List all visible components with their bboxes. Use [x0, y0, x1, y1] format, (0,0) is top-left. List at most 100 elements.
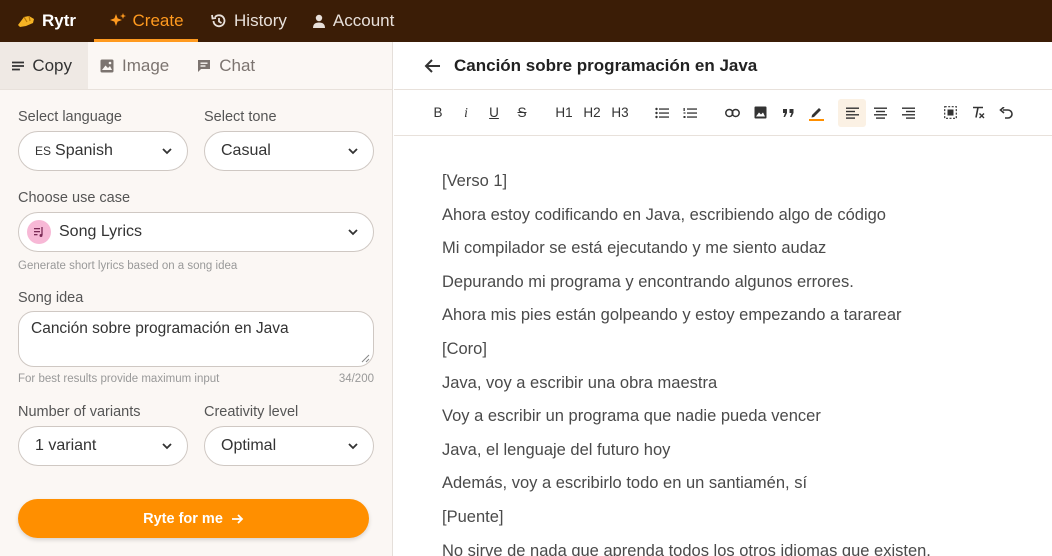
tab-chat-label: Chat [219, 55, 256, 75]
resize-handle-icon[interactable] [360, 353, 370, 363]
lyric-line: Depurando mi programa y encontrando algu… [442, 272, 854, 291]
chevron-down-icon [348, 148, 358, 155]
align-right-button[interactable] [894, 99, 922, 127]
language-code-badge: ES [35, 144, 52, 158]
lyric-line: [Puente] [442, 507, 504, 526]
heading2-button[interactable]: H2 [578, 99, 606, 127]
strikethrough-button[interactable]: S [508, 99, 536, 127]
idea-char-count: 34/200 [338, 373, 374, 385]
chat-icon [198, 59, 211, 72]
history-icon [211, 14, 226, 28]
image-icon [754, 106, 766, 119]
back-arrow-icon[interactable] [424, 58, 442, 74]
user-icon [312, 14, 325, 28]
arrow-right-icon [231, 513, 244, 524]
image-icon [100, 59, 114, 72]
left-panel: Copy Image Chat Select language ES Spani… [0, 42, 393, 556]
variants-value: 1 variant [35, 437, 97, 454]
numbered-list-button[interactable] [676, 99, 704, 127]
link-icon [724, 108, 740, 117]
lyric-line: [Verso 1] [442, 172, 508, 190]
variants-label: Number of variants [18, 404, 141, 420]
align-left-icon [845, 107, 859, 119]
nav-history-label: History [234, 11, 287, 30]
language-label: Select language [18, 109, 122, 125]
quote-icon [782, 108, 793, 117]
align-center-icon [873, 107, 887, 119]
link-button[interactable] [718, 99, 746, 127]
language-select[interactable]: ES Spanish [18, 131, 188, 171]
creativity-select[interactable]: Optimal [204, 426, 374, 466]
lyric-line: Java, voy a escribir una obra maestra [442, 373, 718, 392]
underline-button[interactable]: U [480, 99, 508, 127]
rytr-logo[interactable]: Rytr [0, 0, 88, 42]
bold-button[interactable]: B [424, 99, 452, 127]
sparkle-icon [109, 13, 126, 26]
idea-label: Song idea [18, 290, 84, 306]
undo-icon [999, 106, 1013, 119]
copy-form: Select language ES Spanish Select tone C… [0, 109, 392, 466]
tab-image[interactable]: Image [88, 42, 185, 89]
document-title: Canción sobre programación en Java [454, 55, 758, 75]
usecase-hint: Generate short lyrics based on a song id… [18, 260, 238, 272]
creativity-label: Creativity level [204, 404, 299, 420]
heading1-button[interactable]: H1 [550, 99, 578, 127]
ryte-for-me-button[interactable]: Ryte for me [18, 499, 369, 538]
usecase-label: Choose use case [18, 190, 131, 206]
lyric-line: No sirve de nada que aprenda todos los o… [442, 541, 931, 556]
lyric-line: Ahora estoy codificando en Java, escribi… [442, 205, 886, 224]
bullet-list-icon [655, 107, 669, 118]
lyric-line: Mi compilador se está ejecutando y me si… [442, 239, 827, 258]
document-header: Canción sobre programación en Java [394, 42, 1052, 90]
tab-copy-label: Copy [32, 55, 72, 75]
lyric-line: Ahora mis pies están golpeando y estoy e… [442, 306, 902, 325]
nav-create[interactable]: Create [94, 0, 199, 42]
usecase-value: Song Lyrics [59, 223, 142, 240]
editor-content[interactable]: [Verso 1] Ahora estoy codificando en Java… [394, 136, 1052, 556]
tone-value: Casual [221, 142, 271, 159]
tone-select[interactable]: Casual [204, 131, 374, 171]
usecase-select[interactable]: Song Lyrics [18, 212, 374, 252]
tab-image-label: Image [122, 55, 170, 75]
song-idea-value: Canción sobre programación en Java [31, 320, 289, 337]
nav-create-label: Create [132, 11, 184, 30]
clear-format-button[interactable] [964, 99, 992, 127]
editor-panel: Canción sobre programación en Java B i U… [394, 42, 1052, 556]
highlight-button[interactable] [802, 99, 830, 127]
bullet-list-button[interactable] [648, 99, 676, 127]
chevron-down-icon [162, 148, 172, 155]
nav-history[interactable]: History [198, 0, 299, 42]
italic-button[interactable]: i [452, 99, 480, 127]
align-left-button[interactable] [838, 98, 866, 127]
nav-account[interactable]: Account [299, 0, 406, 42]
lyric-line: Voy a escribir un programa que nadie pue… [442, 407, 821, 426]
editor-toolbar: B i U S H1 H2 H3 [394, 90, 1052, 136]
creativity-value: Optimal [221, 437, 277, 454]
logo-text: Rytr [42, 11, 77, 30]
subtabs: Copy Image Chat [0, 42, 392, 90]
tab-chat[interactable]: Chat [185, 42, 271, 89]
idea-hint: For best results provide maximum input [18, 373, 220, 385]
rytr-hand-icon [18, 15, 34, 27]
insert-image-button[interactable] [746, 99, 774, 127]
lyric-line: Java, el lenguaje del futuro hoy [442, 440, 671, 459]
align-center-button[interactable] [866, 99, 894, 127]
select-all-button[interactable] [936, 99, 964, 127]
music-note-icon [27, 220, 51, 244]
undo-button[interactable] [992, 99, 1020, 127]
lyric-line: Además, voy a escribirlo todo en un sant… [442, 474, 808, 493]
song-idea-textarea[interactable]: Canción sobre programación en Java [18, 311, 374, 367]
select-all-icon [943, 106, 957, 119]
chevron-down-icon [162, 443, 172, 450]
quote-button[interactable] [774, 99, 802, 127]
nav-account-label: Account [332, 11, 395, 30]
tab-copy[interactable]: Copy [0, 42, 88, 89]
chevron-down-icon [348, 443, 358, 450]
clear-format-icon [973, 106, 985, 119]
heading3-button[interactable]: H3 [606, 99, 634, 127]
ryte-button-label: Ryte for me [143, 510, 223, 527]
lyric-line: [Coro] [442, 339, 487, 358]
variants-select[interactable]: 1 variant [18, 426, 188, 466]
numbered-list-icon [683, 107, 697, 118]
language-value: Spanish [55, 142, 113, 159]
